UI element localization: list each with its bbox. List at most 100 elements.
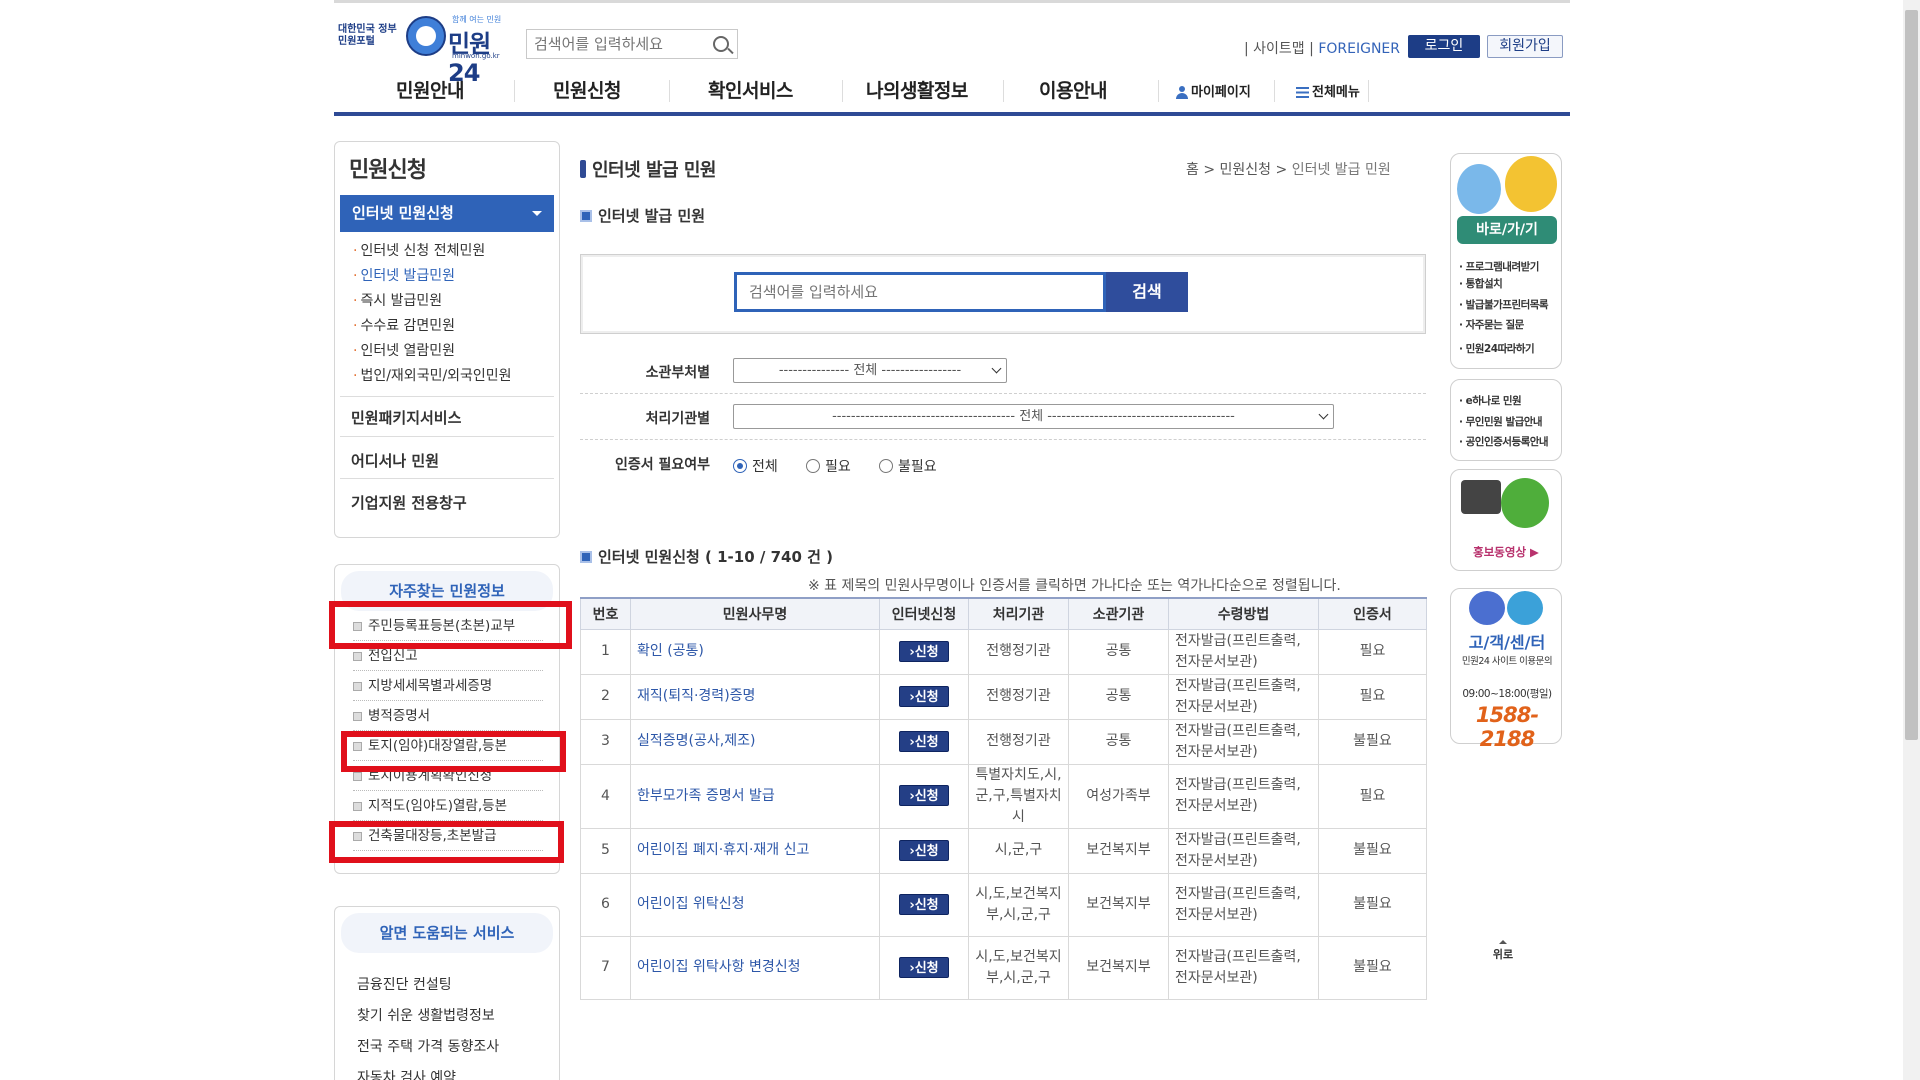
help-item[interactable]: 전국 주택 가격 동향조사 [357,1036,499,1056]
allmenu-link[interactable]: 전체메뉴 [1296,81,1360,100]
divider [580,439,1426,440]
col-header-name[interactable]: 민원사무명 [630,597,880,630]
radio-required[interactable]: 필요 [806,456,851,476]
service-link[interactable]: · 무인민원 발급안내 [1459,414,1543,429]
cell-no: 3 [580,718,631,765]
cell-name[interactable]: 재직(퇴직·경력)증명 [630,673,880,720]
shortcut-link[interactable]: · 자주묻는 질문 [1459,317,1524,332]
table-row: 3 실적증명(공사,제조) ›신청 전행정기관 공통 전자발급(프린트출력, 전자문서보관… [580,718,1427,765]
gnb-item-apply[interactable]: 민원신청 [553,76,621,103]
shortcut-link[interactable]: · 민원24따라하기 [1459,341,1535,356]
shortcut-link[interactable]: · 프로그램내려받기 [1459,259,1539,274]
shortcut-title: 바로/가/기 [1457,216,1557,244]
apply-button[interactable]: ›신청 [899,893,949,915]
chevron-right-icon: > [1271,162,1292,178]
gnb-item-life[interactable]: 나의생활정보 [866,76,968,103]
lnb-active-item[interactable]: 인터넷 민원신청 [340,195,554,232]
col-header-cert[interactable]: 인증서 [1318,597,1427,630]
breadcrumb-home[interactable]: 홈 [1186,162,1199,178]
divider [1003,80,1004,102]
search-icon[interactable] [713,36,729,52]
table-header-row: 번호 민원사무명 인터넷신청 처리기관 소관기관 수령방법 인증서 [580,597,1427,630]
apply-button[interactable]: ›신청 [899,839,949,861]
apply-button[interactable]: ›신청 [899,685,949,707]
cell-name[interactable]: 한부모가족 증명서 발급 [630,763,880,829]
apply-button[interactable]: ›신청 [899,956,949,978]
site-logo[interactable]: 대한민국 정부민원포털 함께 여는 민원 민원24 minwon.go.kr [338,14,516,87]
cell-name[interactable]: 어린이집 위탁신청 [630,872,880,937]
lnb-sub-item[interactable]: · 즉시 발급민원 [353,290,442,310]
cell-apply: ›신청 [879,718,969,765]
shortcut-link[interactable]: · 통합설치 [1459,276,1503,291]
cell-cert: 불필요 [1318,872,1427,937]
lnb-item-business[interactable]: 기업지원 전용창구 [351,492,467,513]
shortcut-link[interactable]: · 발급불가프린터목록 [1459,297,1549,312]
gnb-item-confirm[interactable]: 확인서비스 [708,76,793,103]
lnb-sub-item[interactable]: · 인터넷 열람민원 [353,340,455,360]
login-button[interactable]: 로그인 [1408,35,1480,58]
global-nav: 민원안내 민원신청 확인서비스 나의생활정보 이용안내 마이페이지 전체메뉴 [334,68,1570,116]
highlight-box [329,821,564,863]
radio-all[interactable]: 전체 [733,456,778,476]
sitemap-link[interactable]: 사이트맵 [1253,41,1305,57]
divider [842,80,843,102]
join-button[interactable]: 회원가입 [1487,35,1563,58]
cell-cert: 필요 [1318,673,1427,720]
gnb-item-guide[interactable]: 민원안내 [396,76,464,103]
apply-button[interactable]: ›신청 [899,785,949,806]
cell-dept: 공통 [1068,673,1169,720]
lnb-sub-item-selected[interactable]: · 인터넷 발급민원 [353,265,455,285]
lnb-item-anywhere[interactable]: 어디서나 민원 [351,450,439,471]
search-button[interactable]: 검색 [1106,272,1188,312]
cell-org: 전행정기관 [968,718,1069,765]
breadcrumb: 홈 > 민원신청 > 인터넷 발급 민원 [1186,159,1391,179]
lnb-item-package[interactable]: 민원패키지서비스 [351,407,461,428]
cell-name[interactable]: 확인 (공통) [630,628,880,675]
help-item[interactable]: 찾기 쉬운 생활법령정보 [357,1005,495,1025]
lnb-sub-item[interactable]: · 수수료 감면민원 [353,315,455,335]
radio-icon [879,459,893,473]
lnb-sub-item[interactable]: · 법인/재외국민/외국인민원 [353,365,512,385]
cell-name[interactable]: 실적증명(공사,제조) [630,718,880,765]
scroll-thumb[interactable] [1905,10,1918,740]
cell-cert: 불필요 [1318,827,1427,874]
filter-dept-select[interactable]: --------------- 전체 ----------------- [733,358,1007,383]
cell-name[interactable]: 어린이집 폐지·휴지·재개 신고 [630,827,880,874]
help-item[interactable]: 자동차 검사 예약 [357,1067,456,1080]
divider [340,478,554,479]
cs-title: 고/객/센/터 [1468,633,1546,652]
divider [340,396,554,397]
breadcrumb-level1[interactable]: 민원신청 [1220,162,1272,178]
lnb-sub-item[interactable]: · 인터넷 신청 전체민원 [353,240,485,260]
apply-button[interactable]: ›신청 [899,730,949,752]
top-search-input[interactable] [527,30,702,58]
filter-org-select[interactable]: --------------------------------------- … [733,404,1334,429]
penguin-mascot-icon [1457,164,1501,214]
mypage-link[interactable]: 마이페이지 [1176,81,1251,100]
promo-video-box[interactable]: 홍보동영상 ▶ [1450,469,1562,571]
gnb-item-usage[interactable]: 이용안내 [1039,76,1107,103]
service-link[interactable]: · e하나로 민원 [1459,393,1522,408]
scrollbar[interactable] [1903,0,1920,1080]
apply-button[interactable]: ›신청 [899,640,949,662]
table-row: 5 어린이집 폐지·휴지·재개 신고 ›신청 시,군,구 보건복지부 전자발급(프린트출력… [580,827,1427,874]
col-header-apply: 인터넷신청 [879,597,969,630]
help-item[interactable]: 금융진단 컨설팅 [357,974,452,994]
to-top-button[interactable]: 위로 [1488,936,1518,962]
col-header-no: 번호 [580,597,631,630]
faq-item[interactable]: 지적도(임야도)열람,등본 [353,791,543,821]
service-link[interactable]: · 공인인증서등록안내 [1459,434,1549,449]
square-bullet-icon [580,551,592,563]
arrow-up-icon [1499,936,1507,944]
cell-cert: 필요 [1318,628,1427,675]
list-title: 인터넷 민원신청 ( 1-10 / 740 건 ) [580,546,833,567]
main-search-input[interactable] [734,272,1106,312]
faq-item[interactable]: 지방세세목별과세증명 [353,671,543,701]
faq-item[interactable]: 병적증명서 [353,701,543,731]
cell-cert: 불필요 [1318,718,1427,765]
radio-not-required[interactable]: 불필요 [879,456,937,476]
foreigner-link[interactable]: FOREIGNER [1318,41,1400,57]
breadcrumb-current: 인터넷 발급 민원 [1291,162,1391,178]
table-row: 2 재직(퇴직·경력)증명 ›신청 전행정기관 공통 전자발급(프린트출력, 전자문서보관… [580,673,1427,720]
cell-name[interactable]: 어린이집 위탁사항 변경신청 [630,935,880,1000]
